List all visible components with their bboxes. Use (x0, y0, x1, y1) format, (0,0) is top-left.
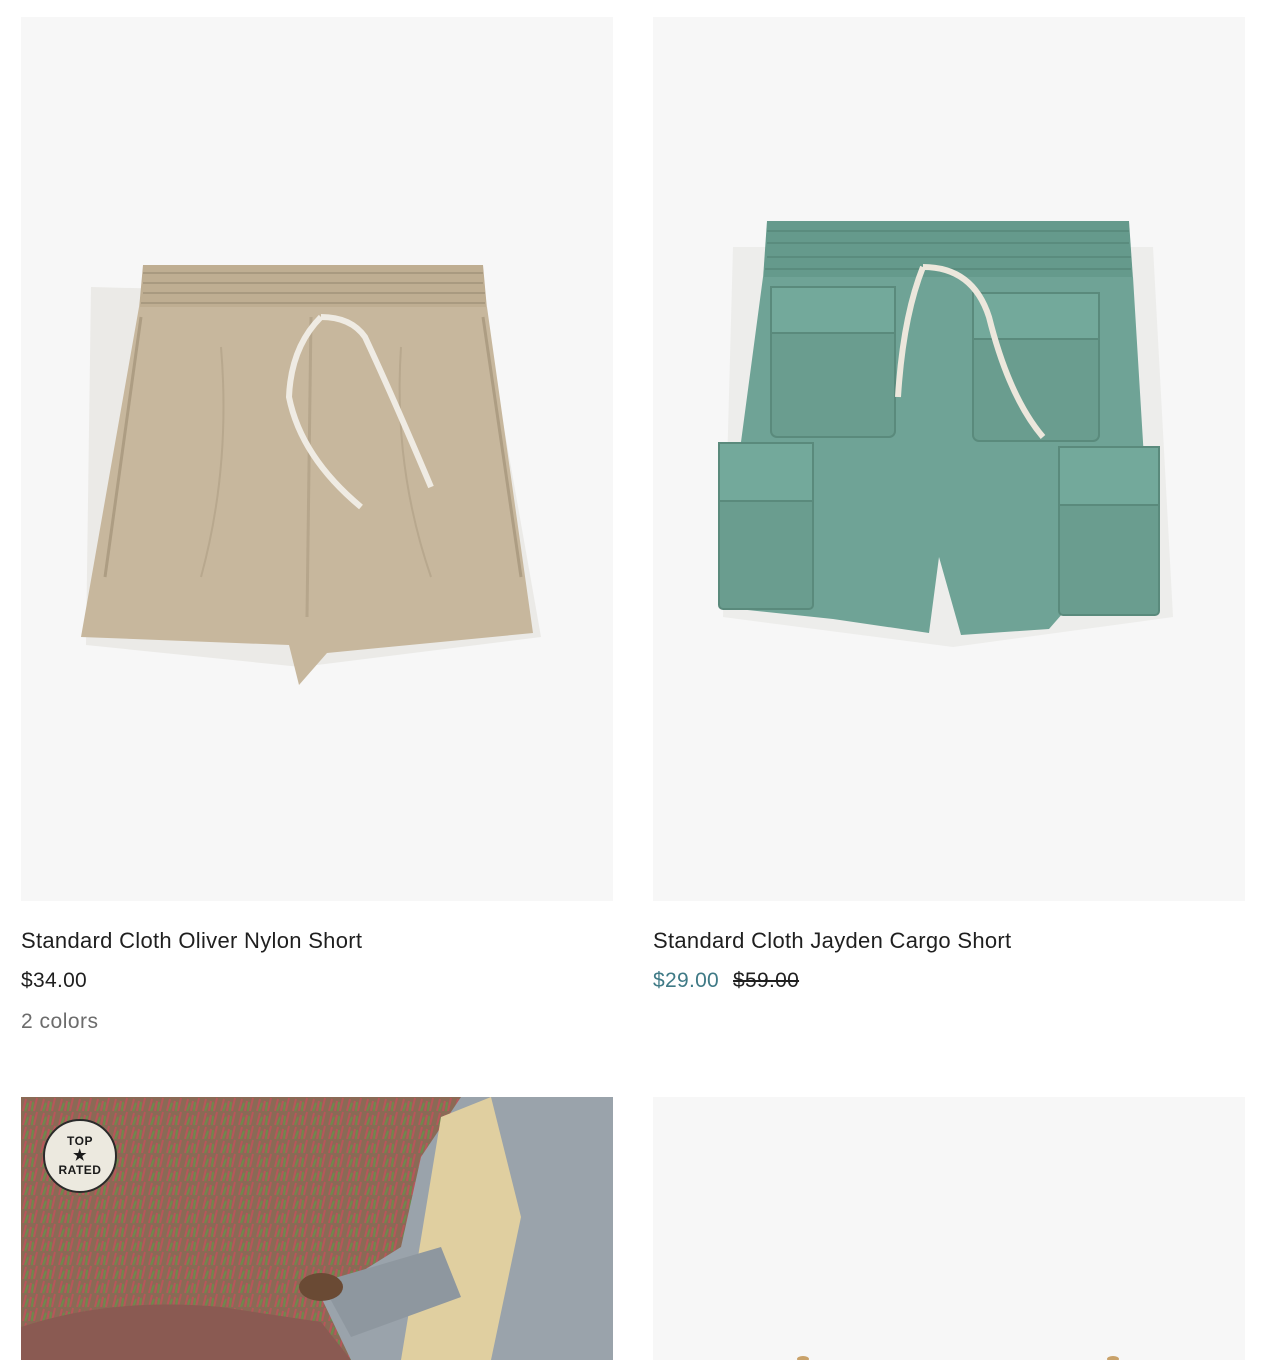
original-price: $59.00 (733, 969, 800, 992)
product-image[interactable] (21, 17, 613, 901)
top-rated-badge: TOP ★ RATED (43, 1119, 117, 1193)
product-title[interactable]: Standard Cloth Jayden Cargo Short (653, 928, 1011, 954)
product-image[interactable] (653, 1097, 1245, 1360)
khaki-shorts-image (81, 265, 541, 685)
product-image-placeholder (653, 1097, 1245, 1360)
product-price: $29.00 $59.00 (653, 969, 799, 993)
green-cargo-shorts-image (718, 221, 1173, 647)
product-card[interactable]: Standard Cloth Oliver Nylon Short $34.00… (21, 17, 613, 1047)
product-card[interactable]: TOP ★ RATED (21, 1097, 613, 1360)
sale-price: $29.00 (653, 969, 720, 992)
product-title[interactable]: Standard Cloth Oliver Nylon Short (21, 928, 362, 954)
product-image[interactable] (653, 17, 1245, 901)
star-icon: ★ (73, 1147, 87, 1164)
color-count: 2 colors (21, 1010, 99, 1033)
badge-bottom-text: RATED (58, 1163, 102, 1177)
product-price: $34.00 (21, 969, 88, 992)
product-card[interactable]: Standard Cloth Jayden Cargo Short $29.00… (653, 17, 1245, 1047)
product-card[interactable] (653, 1097, 1245, 1360)
